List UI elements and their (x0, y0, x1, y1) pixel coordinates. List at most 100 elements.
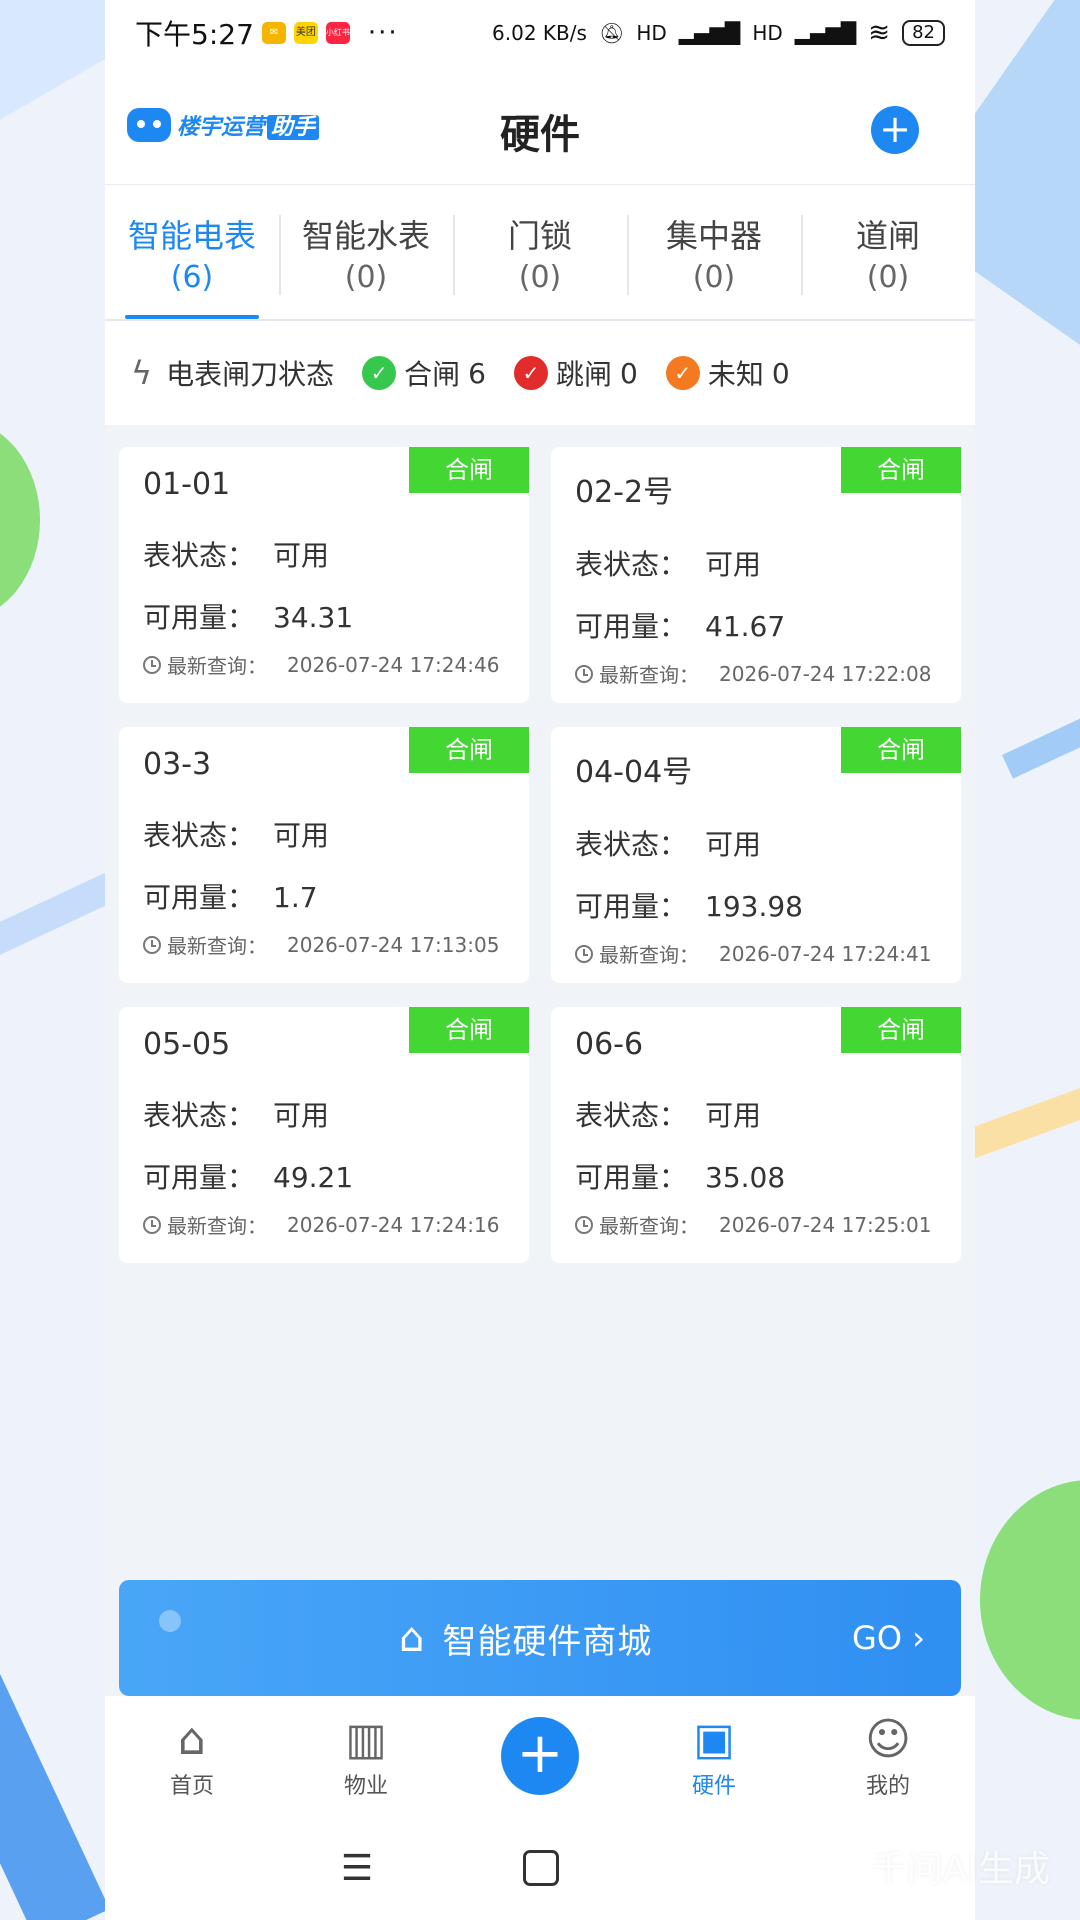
gate-badge: 合闸 (841, 447, 961, 493)
nav-home[interactable]: ⌂ 首页 (132, 1712, 252, 1800)
clock-icon (143, 655, 161, 674)
meter-card[interactable]: 合闸 03-3 表状态： 可用 可用量： 1.7 最新查询： 2026-07-24 1… (119, 727, 529, 983)
available-label: 可用量： (143, 1161, 256, 1194)
system-nav-bar: ☰ (105, 1816, 975, 1920)
store-icon: ⌂ (399, 1615, 425, 1661)
state-value: 可用 (273, 539, 330, 572)
app-header: 楼宇运营 助手 硬件 + (105, 66, 975, 185)
query-label: 最新查询： (167, 1214, 267, 1238)
gate-tripped-filter[interactable]: ✓ 跳闸 0 (513, 353, 638, 393)
query-time: 2026-07-24 17:22:08 (719, 661, 932, 686)
plus-icon: + (501, 1717, 579, 1795)
meter-grid: 合闸 01-01 表状态： 可用 可用量： 34.31 最新查询： 2026-07-2… (105, 425, 975, 1263)
mall-go-button[interactable]: GO › (852, 1619, 925, 1657)
home-icon: ⌂ (178, 1714, 206, 1765)
menu-icon[interactable]: ☰ (341, 1848, 373, 1889)
check-icon-red: ✓ (513, 356, 548, 390)
tab-count: (6) (170, 260, 214, 295)
state-label: 表状态： (143, 1099, 256, 1132)
wifi-icon: ≋ (868, 18, 891, 48)
check-icon-orange: ✓ (665, 356, 700, 390)
nav-hardware-label: 硬件 (691, 1774, 736, 1799)
tab-count: (0) (692, 260, 736, 295)
gate-tripped-count: 0 (619, 356, 638, 390)
gate-unknown-filter[interactable]: ✓ 未知 0 (665, 353, 790, 393)
nav-mine[interactable]: ☺ 我的 (828, 1712, 948, 1800)
tab-water-meter[interactable]: 智能水表 (0) (279, 207, 453, 297)
meter-card[interactable]: 合闸 06-6 表状态： 可用 可用量： 35.08 最新查询： 2026-07-24… (551, 1007, 961, 1263)
meter-card[interactable]: 合闸 02-2号 表状态： 可用 可用量： 41.67 最新查询： 2026-07-2… (551, 447, 961, 703)
signal-icon: ▂▄▆█ (678, 21, 741, 45)
meter-card[interactable]: 合闸 01-01 表状态： 可用 可用量： 34.31 最新查询： 2026-07-2… (119, 447, 529, 703)
check-icon-green: ✓ (362, 356, 397, 390)
available-label: 可用量： (575, 1161, 688, 1194)
building-icon: ▥ (345, 1714, 387, 1765)
net-speed: 6.02 KB/s (492, 21, 587, 45)
query-label: 最新查询： (599, 1214, 699, 1238)
nav-add[interactable]: + (480, 1717, 600, 1795)
meituan-app-icon: 美团 (293, 22, 318, 44)
tab-door-lock[interactable]: 门锁 (0) (453, 207, 627, 297)
meter-card[interactable]: 合闸 04-04号 表状态： 可用 可用量： 193.98 最新查询： 2026-07… (551, 727, 961, 983)
tab-label: 智能水表 (301, 217, 430, 255)
state-value: 可用 (705, 1099, 762, 1132)
page-title: 硬件 (500, 112, 580, 158)
mall-label: 智能硬件商城 (442, 1621, 653, 1662)
hardware-icon: ▣ (693, 1714, 735, 1765)
meter-card[interactable]: 合闸 05-05 表状态： 可用 可用量： 49.21 最新查询： 2026-07-2… (119, 1007, 529, 1263)
state-value: 可用 (273, 1099, 330, 1132)
query-time: 2026-07-24 17:24:16 (287, 1212, 500, 1237)
clock-icon (143, 935, 161, 954)
tab-label: 集中器 (665, 217, 762, 255)
gate-badge: 合闸 (409, 727, 529, 773)
state-label: 表状态： (575, 828, 688, 861)
add-button[interactable]: + (871, 106, 919, 154)
clock-icon (143, 1215, 161, 1234)
state-label: 表状态： (575, 1099, 688, 1132)
query-time: 2026-07-24 17:25:01 (719, 1212, 932, 1237)
state-label: 表状态： (143, 539, 256, 572)
nav-mine-label: 我的 (865, 1774, 910, 1799)
tab-smart-meter[interactable]: 智能电表 (6) (105, 207, 279, 319)
status-time: 下午5:27 (135, 18, 254, 51)
state-label: 表状态： (143, 819, 256, 852)
status-bar: 下午5:27 ✉ 美团 小红书 ··· 6.02 KB/s 🔕︎ HD ▂▄▆█… (105, 0, 975, 66)
available-label: 可用量： (143, 881, 256, 914)
hardware-mall-banner[interactable]: ⌂ 智能硬件商城 GO › (119, 1580, 961, 1696)
nav-home-label: 首页 (169, 1774, 214, 1799)
gate-badge: 合闸 (409, 1007, 529, 1053)
gate-closed-label: 合闸 (404, 358, 461, 391)
signal-hd-2: HD (752, 21, 783, 45)
signal-hd-1: HD (636, 21, 667, 45)
nav-property-label: 物业 (343, 1774, 388, 1799)
gate-status-bar: ϟ 电表闸刀状态 ✓ 合闸 6 ✓ 跳闸 0 ✓ 未知 0 (105, 321, 975, 425)
query-label: 最新查询： (167, 934, 267, 958)
gate-badge: 合闸 (841, 1007, 961, 1053)
tab-concentrator[interactable]: 集中器 (0) (627, 207, 801, 297)
more-notifications-icon: ··· (367, 18, 399, 48)
tab-label: 道闸 (855, 217, 920, 255)
state-value: 可用 (705, 828, 762, 861)
clock-icon (575, 944, 593, 963)
gate-unknown-count: 0 (771, 356, 790, 390)
state-value: 可用 (705, 548, 762, 581)
user-icon: ☺ (865, 1714, 911, 1765)
available-label: 可用量： (575, 610, 688, 643)
query-label: 最新查询： (599, 943, 699, 967)
available-value: 1.7 (273, 881, 318, 914)
gate-closed-filter[interactable]: ✓ 合闸 6 (362, 353, 486, 393)
clock-icon (575, 1215, 593, 1234)
tab-barrier-gate[interactable]: 道闸 (0) (801, 207, 975, 297)
tab-label: 门锁 (507, 217, 572, 255)
available-label: 可用量： (575, 890, 688, 923)
available-label: 可用量： (143, 601, 256, 634)
banner-decoration (159, 1610, 181, 1632)
clock-icon (575, 664, 593, 683)
nav-hardware[interactable]: ▣ 硬件 (654, 1712, 774, 1800)
home-square-icon[interactable] (523, 1850, 560, 1886)
available-value: 193.98 (705, 890, 803, 923)
nav-property[interactable]: ▥ 物业 (306, 1712, 426, 1800)
available-value: 41.67 (705, 610, 786, 643)
gate-unknown-label: 未知 (707, 358, 764, 391)
mail-app-icon: ✉ (261, 22, 286, 44)
